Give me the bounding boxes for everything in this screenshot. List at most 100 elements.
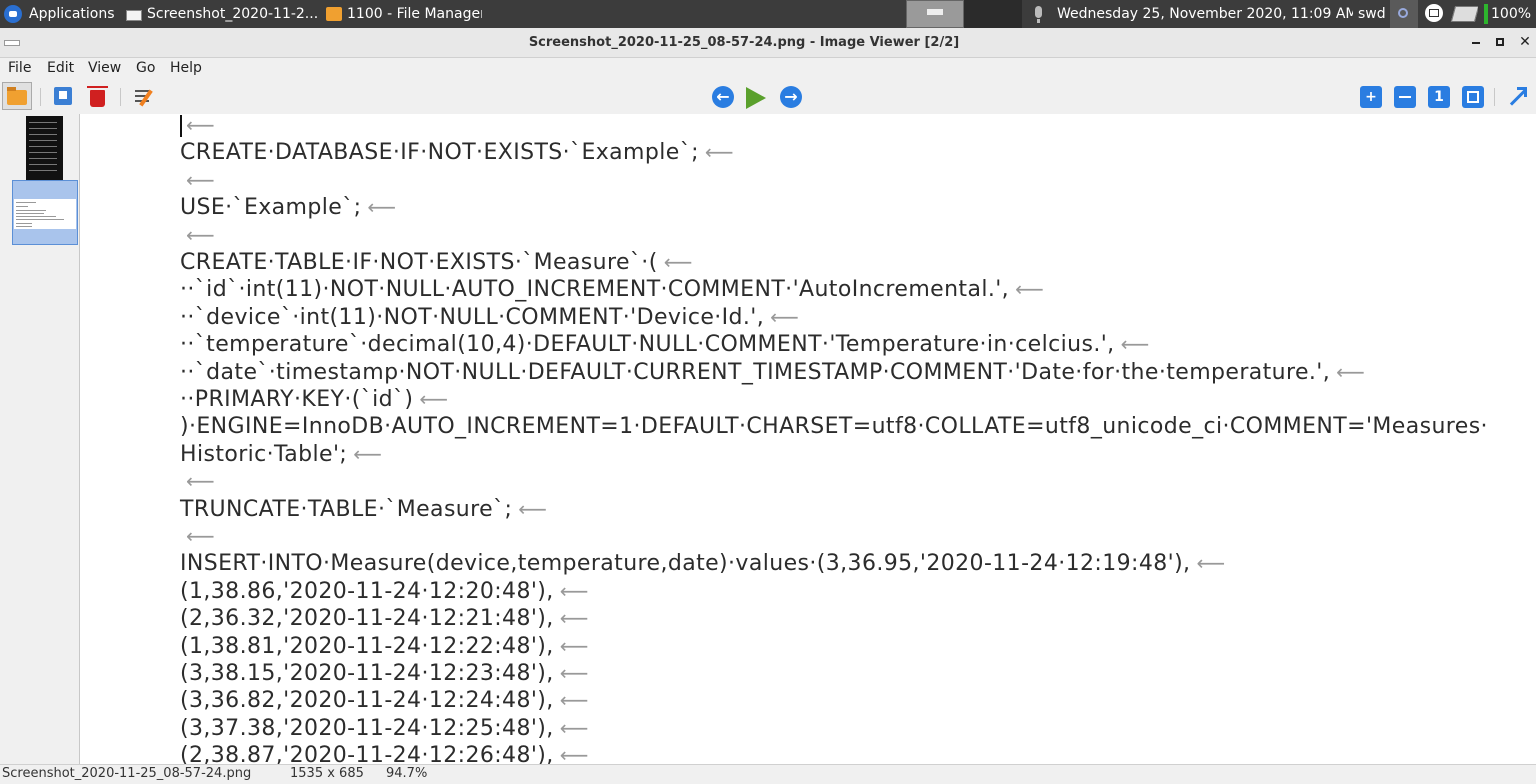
zoom-out-button[interactable] <box>1394 86 1416 108</box>
thumbnail-line <box>16 210 46 211</box>
thumbnail-line <box>29 140 57 141</box>
line-text: ⟵ <box>180 114 215 139</box>
thumbnail-image-1[interactable] <box>26 116 63 180</box>
line-end-marker-icon: ⟵ <box>559 633 589 658</box>
line-text: (2,36.32,'2020-11-24·12:21:48'), ⟵ <box>180 605 589 632</box>
fullscreen-button[interactable] <box>1506 86 1530 108</box>
line-text: (3,38.15,'2020-11-24·12:23:48'), ⟵ <box>180 660 589 687</box>
line-end-marker-icon: ⟵ <box>1120 332 1150 357</box>
text-cursor <box>180 115 182 137</box>
line-end-marker-icon: ⟵ <box>518 496 548 521</box>
line-content: Historic·Table'; <box>180 441 348 467</box>
maximize-button[interactable] <box>1493 35 1507 49</box>
taskbar-item-image-viewer[interactable]: Screenshot_2020-11-2... <box>120 0 320 28</box>
toolbar-separator <box>40 88 41 106</box>
thumbnail-line <box>16 226 32 227</box>
taskbar-item-file-manager[interactable]: 1100 - File Manager <box>322 0 482 28</box>
thumbnail-line <box>29 134 57 135</box>
line-text: USE·`Example`; ⟵ <box>180 194 397 221</box>
line-end-marker-icon: ⟵ <box>770 304 800 329</box>
thumbnail-image-2-selected[interactable] <box>12 180 78 245</box>
line-end-marker-icon: ⟵ <box>367 195 397 220</box>
thumbnail-line <box>29 152 57 153</box>
toolbar-separator <box>120 88 121 106</box>
top-panel: Applications Screenshot_2020-11-2... 110… <box>0 0 1536 28</box>
line-end-marker-icon: ⟵ <box>559 578 589 603</box>
applications-label: Applications <box>29 6 115 22</box>
thumbnail-line <box>29 170 57 171</box>
folder-icon <box>326 7 342 21</box>
zoom-100-button[interactable]: 1 <box>1428 86 1450 108</box>
battery-icon <box>1484 4 1488 24</box>
line-text: Historic·Table'; ⟵ <box>180 441 382 468</box>
zoom-in-button[interactable]: + <box>1360 86 1382 108</box>
thumbnail-line <box>29 158 57 159</box>
line-text: ⟵ <box>180 523 215 550</box>
save-button[interactable] <box>52 85 76 109</box>
line-content: CREATE·DATABASE·IF·NOT·EXISTS·`Example`; <box>180 140 699 166</box>
thumbnail-image-2 <box>14 199 76 229</box>
line-text: )·ENGINE=InnoDB·AUTO_INCREMENT=1·DEFAULT… <box>180 413 1488 440</box>
line-content: (3,36.82,'2020-11-24·12:24:48'), <box>180 688 554 714</box>
pencil-icon <box>139 89 153 107</box>
zoom-fit-button[interactable] <box>1462 86 1484 108</box>
line-end-marker-icon: ⟵ <box>704 140 734 165</box>
thumbnail-line <box>16 202 36 203</box>
line-end-marker-icon: ⟵ <box>1015 277 1045 302</box>
trash-icon <box>87 86 108 107</box>
image-canvas[interactable]: 1⟵2CREATE·DATABASE·IF·NOT·EXISTS·`Exampl… <box>80 114 1536 764</box>
toolbar-separator <box>1494 88 1495 106</box>
line-text: CREATE·DATABASE·IF·NOT·EXISTS·`Example`;… <box>180 139 734 166</box>
microphone-icon[interactable] <box>1030 0 1046 28</box>
thumbnail-line <box>29 164 57 165</box>
thumbnail-line <box>16 206 28 207</box>
line-text: TRUNCATE·TABLE·`Measure`; ⟵ <box>180 496 547 523</box>
folder-icon <box>7 87 27 105</box>
line-text: CREATE·TABLE·IF·NOT·EXISTS·`Measure`·(⟵ <box>180 249 693 276</box>
line-end-marker-icon: ⟵ <box>186 524 216 548</box>
thumbnail-line <box>29 122 57 123</box>
user-name[interactable]: swd <box>1358 0 1394 28</box>
line-text: (3,36.82,'2020-11-24·12:24:48'), ⟵ <box>180 687 589 714</box>
next-image-button[interactable]: → <box>780 86 802 108</box>
line-content: ··PRIMARY·KEY·(`id`) <box>180 387 414 412</box>
save-icon <box>54 87 72 105</box>
line-text: ··`id`·int(11)·NOT·NULL·AUTO_INCREMENT·C… <box>180 276 1044 303</box>
line-text: (2,38.87,'2020-11-24·12:26:48'), ⟵ <box>180 742 589 764</box>
line-end-marker-icon: ⟵ <box>353 441 383 466</box>
network-icon[interactable] <box>1390 0 1418 28</box>
thumbnail-line <box>16 219 64 220</box>
delete-button[interactable] <box>86 85 110 109</box>
line-end-marker-icon: ⟵ <box>186 222 216 247</box>
line-end-marker-icon: ⟵ <box>559 715 589 740</box>
screenshot-tray-icon[interactable] <box>1424 0 1446 28</box>
line-content: CREATE·TABLE·IF·NOT·EXISTS·`Measure`·( <box>180 250 658 275</box>
slideshow-play-button[interactable] <box>746 87 766 109</box>
clock[interactable]: Wednesday 25, November 2020, 11:09 AM <box>1057 0 1353 28</box>
previous-image-button[interactable]: ← <box>712 86 734 108</box>
thumbnail-pane <box>0 114 80 764</box>
line-text: ⟵ <box>180 222 215 249</box>
menu-view[interactable]: View <box>88 58 121 78</box>
minimize-button[interactable] <box>1469 35 1483 49</box>
menu-go[interactable]: Go <box>136 58 155 78</box>
line-content: (2,38.87,'2020-11-24·12:26:48'), <box>180 743 554 764</box>
menu-edit[interactable]: Edit <box>47 58 74 78</box>
open-folder-button[interactable] <box>2 82 32 110</box>
workspace-2-button[interactable] <box>964 0 1022 28</box>
line-content: USE·`Example`; <box>180 195 362 221</box>
properties-button[interactable] <box>132 85 156 109</box>
taskbar-item-label: 1100 - File Manager <box>347 6 482 22</box>
applications-menu-button[interactable]: Applications <box>0 0 118 28</box>
close-button[interactable]: ✕ <box>1518 35 1532 49</box>
battery-indicator[interactable]: 100% <box>1482 0 1536 28</box>
line-content: (2,36.32,'2020-11-24·12:21:48'), <box>180 606 554 632</box>
status-bar: Screenshot_2020-11-25_08-57-24.png 1535 … <box>0 764 1536 784</box>
line-end-marker-icon: ⟵ <box>419 387 449 411</box>
menu-bar: File Edit View Go Help <box>0 58 1536 80</box>
menu-help[interactable]: Help <box>170 58 202 78</box>
line-content: ··`id`·int(11)·NOT·NULL·AUTO_INCREMENT·C… <box>180 277 1010 303</box>
menu-file[interactable]: File <box>8 58 31 78</box>
book-icon[interactable] <box>1450 0 1478 28</box>
workspace-1-button[interactable] <box>906 0 964 28</box>
